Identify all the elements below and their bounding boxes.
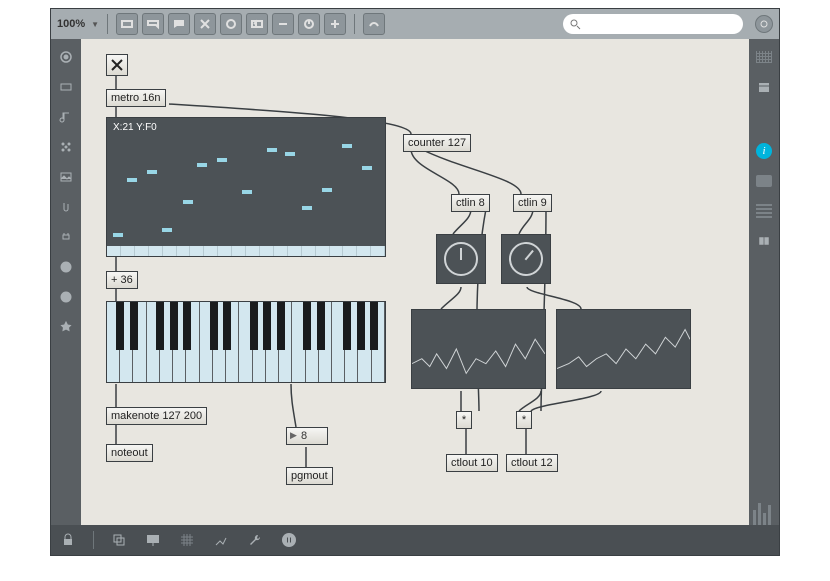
scope-1[interactable]	[411, 309, 546, 389]
message-icon[interactable]	[142, 13, 164, 35]
button-icon[interactable]	[220, 13, 242, 35]
patcher-canvas[interactable]: metro 16n X:21 Y:F0 + 36	[81, 39, 749, 525]
search-icon	[569, 18, 581, 30]
calendar-icon[interactable]	[756, 79, 772, 95]
ctlin9-object[interactable]: ctlin 9	[513, 194, 552, 212]
record-icon[interactable]	[58, 49, 74, 65]
multiply-2-object[interactable]: *	[516, 411, 532, 429]
note-icon[interactable]	[58, 109, 74, 125]
makenote-object[interactable]: makenote 127 200	[106, 407, 207, 425]
app-window: 100% ▼ v b	[50, 8, 780, 556]
plug-icon[interactable]	[58, 229, 74, 245]
list-icon[interactable]	[756, 203, 772, 219]
zoom-level[interactable]: 100%	[57, 18, 85, 30]
present-icon[interactable]	[144, 531, 162, 549]
scope-2[interactable]	[556, 309, 691, 389]
ctlin8-object[interactable]: ctlin 8	[451, 194, 490, 212]
toolbar-menu-icon[interactable]	[755, 15, 773, 33]
search-box[interactable]	[563, 14, 743, 34]
rect-icon[interactable]	[58, 79, 74, 95]
clip-icon[interactable]	[58, 199, 74, 215]
metro-object[interactable]: metro 16n	[106, 89, 166, 107]
pause-icon[interactable]	[280, 531, 298, 549]
grid-icon[interactable]	[178, 531, 196, 549]
patch-cables	[81, 39, 749, 525]
multiply-1-object[interactable]: *	[456, 411, 472, 429]
search-input[interactable]	[585, 18, 737, 30]
multislider-object[interactable]: X:21 Y:F0	[106, 117, 386, 257]
lock-icon[interactable]	[59, 531, 77, 549]
info-icon[interactable]: i	[756, 143, 772, 159]
image-icon[interactable]	[58, 169, 74, 185]
book-icon[interactable]	[756, 233, 772, 249]
v-icon[interactable]: v	[58, 259, 74, 275]
plus36-object[interactable]: + 36	[106, 271, 138, 289]
dial-icon[interactable]	[298, 13, 320, 35]
toggle-object[interactable]	[106, 54, 128, 76]
paint-icon[interactable]	[363, 13, 385, 35]
panel-icon[interactable]	[756, 173, 772, 189]
multislider-coords: X:21 Y:F0	[113, 122, 157, 133]
svg-text:b: b	[64, 293, 69, 302]
dots-icon[interactable]	[58, 139, 74, 155]
top-toolbar: 100% ▼	[51, 9, 779, 39]
right-sidebar: i	[749, 39, 779, 525]
copy-icon[interactable]	[110, 531, 128, 549]
snap-icon[interactable]	[212, 531, 230, 549]
add-icon[interactable]	[324, 13, 346, 35]
pgmout-object[interactable]: pgmout	[286, 467, 333, 485]
ctlout10-object[interactable]: ctlout 10	[446, 454, 498, 472]
toolbar-button-group	[116, 13, 346, 35]
star-icon[interactable]	[58, 319, 74, 335]
noteout-object[interactable]: noteout	[106, 444, 153, 462]
left-sidebar: v b	[51, 39, 81, 525]
toggle-icon[interactable]	[194, 13, 216, 35]
matrix-icon[interactable]	[756, 49, 772, 65]
b-icon[interactable]: b	[58, 289, 74, 305]
audio-meters	[753, 475, 775, 525]
dial-2[interactable]	[501, 234, 551, 284]
bottom-toolbar	[51, 525, 779, 555]
numbox-8[interactable]: 8	[286, 427, 328, 445]
slider-icon[interactable]	[272, 13, 294, 35]
number-icon[interactable]	[246, 13, 268, 35]
counter-object[interactable]: counter 127	[403, 134, 471, 152]
object-icon[interactable]	[116, 13, 138, 35]
ctlout12-object[interactable]: ctlout 12	[506, 454, 558, 472]
dial-1[interactable]	[436, 234, 486, 284]
kslider-object[interactable]	[106, 301, 386, 383]
comment-icon[interactable]	[168, 13, 190, 35]
wrench-icon[interactable]	[246, 531, 264, 549]
